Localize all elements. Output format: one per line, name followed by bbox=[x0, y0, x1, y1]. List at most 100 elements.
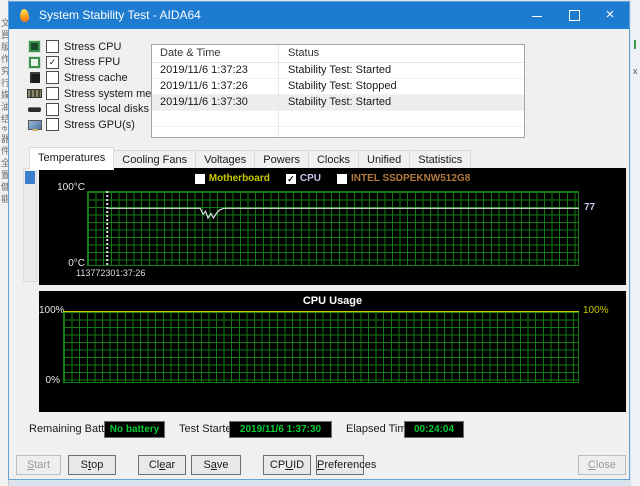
button-mnemonic: U bbox=[285, 459, 293, 471]
cpu-axis-max-right-label: 100% bbox=[583, 305, 609, 316]
gpu-icon bbox=[27, 118, 42, 131]
log-cell-datetime: 2019/11/6 1:37:23 bbox=[152, 63, 278, 78]
stress-option-label: Stress cache bbox=[64, 72, 128, 84]
log-row[interactable] bbox=[152, 127, 524, 138]
log-cell-status: Stability Test: Started bbox=[278, 95, 524, 110]
stop-button[interactable]: Stop bbox=[68, 455, 116, 475]
cpu-usage-line-chart bbox=[63, 311, 579, 383]
tab-powers[interactable]: Powers bbox=[254, 150, 309, 170]
legend-label: CPU bbox=[300, 173, 321, 184]
stress-checkbox[interactable] bbox=[46, 71, 59, 84]
cpuid-button[interactable]: CPUID bbox=[263, 455, 311, 475]
log-cell-status: Stability Test: Started bbox=[278, 63, 524, 78]
button-mnemonic: C bbox=[588, 459, 596, 471]
legend-checkbox[interactable]: ✓ bbox=[286, 174, 296, 184]
legend-checkbox[interactable] bbox=[195, 174, 205, 184]
temp-axis-max-label: 100°C bbox=[45, 182, 85, 193]
button-text: ar bbox=[165, 459, 175, 471]
minimize-icon bbox=[532, 16, 542, 17]
title-bar[interactable]: System Stability Test - AIDA64 × bbox=[9, 2, 629, 29]
log-row[interactable]: 2019/11/6 1:37:23Stability Test: Started bbox=[152, 63, 524, 79]
cpu-usage-graph-panel: CPU Usage 100% 100% 0% bbox=[39, 291, 626, 412]
button-text: CP bbox=[270, 459, 285, 471]
legend-checkbox[interactable] bbox=[337, 174, 347, 184]
cpu-axis-min-label: 0% bbox=[39, 375, 60, 386]
button-text: S bbox=[81, 459, 88, 471]
legend-label: INTEL SSDPEKNW512G8 bbox=[351, 173, 470, 184]
log-cell-datetime bbox=[152, 127, 278, 138]
stability-test-window: System Stability Test - AIDA64 × Stress … bbox=[8, 1, 630, 480]
cpu-usage-title: CPU Usage bbox=[39, 295, 626, 307]
button-text: ID bbox=[293, 459, 304, 471]
column-header-status[interactable]: Status bbox=[278, 45, 524, 62]
tab-cooling-fans[interactable]: Cooling Fans bbox=[113, 150, 196, 170]
log-row[interactable]: 2019/11/6 1:37:26Stability Test: Stopped bbox=[152, 79, 524, 95]
start-button: Start bbox=[16, 455, 61, 475]
background-window-right-sliver: x bbox=[631, 0, 640, 486]
background-green-mark bbox=[634, 40, 636, 49]
stress-checkbox[interactable] bbox=[46, 103, 59, 116]
fpu-icon bbox=[27, 56, 42, 69]
cpu-icon bbox=[27, 40, 42, 53]
stress-checkbox[interactable] bbox=[46, 40, 59, 53]
temperature-line-chart bbox=[87, 191, 579, 266]
log-cell-status bbox=[278, 111, 524, 126]
stress-checkbox[interactable]: ✓ bbox=[46, 56, 59, 69]
remaining-battery-value: No battery bbox=[104, 421, 165, 438]
button-text: S bbox=[203, 459, 210, 471]
legend-item: ✓ CPU bbox=[286, 173, 321, 184]
legend-item: Motherboard bbox=[195, 173, 270, 184]
status-bar: Remaining Battery: No battery Test Start… bbox=[9, 421, 631, 441]
column-header-datetime[interactable]: Date & Time bbox=[152, 45, 278, 62]
desktop: 文買版作究行媒油结e器件全置健能 System Stability Test -… bbox=[0, 0, 640, 486]
temp-time-axis-labels: 113772301:37:26 bbox=[76, 268, 145, 278]
stress-checkbox[interactable] bbox=[46, 118, 59, 131]
scrollbar-thumb[interactable] bbox=[25, 171, 35, 184]
tab-statistics[interactable]: Statistics bbox=[409, 150, 471, 170]
memory-icon bbox=[27, 87, 42, 100]
tab-strip: TemperaturesCooling FansVoltagesPowersCl… bbox=[29, 147, 621, 169]
button-text: op bbox=[91, 459, 103, 471]
log-row[interactable]: 2019/11/6 1:37:30Stability Test: Started bbox=[152, 95, 524, 111]
stress-option-label: Stress CPU bbox=[64, 41, 121, 53]
test-started-value: 2019/11/6 1:37:30 bbox=[229, 421, 332, 438]
close-button: Close bbox=[578, 455, 626, 475]
stress-option-label: Stress GPU(s) bbox=[64, 119, 135, 131]
stress-option-label: Stress local disks bbox=[64, 103, 149, 115]
button-text: Cl bbox=[149, 459, 159, 471]
minimize-button[interactable] bbox=[519, 2, 555, 29]
button-text: tart bbox=[34, 459, 50, 471]
stress-option-label: Stress FPU bbox=[64, 56, 120, 68]
button-text: lose bbox=[596, 459, 616, 471]
cache-icon bbox=[27, 71, 42, 84]
tab-voltages[interactable]: Voltages bbox=[195, 150, 255, 170]
save-button[interactable]: Save bbox=[191, 455, 241, 475]
legend-item: INTEL SSDPEKNW512G8 bbox=[337, 173, 470, 184]
clear-button[interactable]: Clear bbox=[138, 455, 186, 475]
column-divider bbox=[278, 45, 279, 137]
maximize-button[interactable] bbox=[556, 2, 592, 29]
log-cell-status bbox=[278, 127, 524, 138]
event-log-header[interactable]: Date & Time Status bbox=[152, 45, 524, 63]
tab-unified[interactable]: Unified bbox=[358, 150, 410, 170]
tab-temperatures[interactable]: Temperatures bbox=[29, 147, 114, 170]
event-log-body: 2019/11/6 1:37:23Stability Test: Started… bbox=[152, 63, 524, 138]
log-cell-datetime bbox=[152, 111, 278, 126]
log-cell-status: Stability Test: Stopped bbox=[278, 79, 524, 94]
stress-checkbox[interactable] bbox=[46, 87, 59, 100]
legend-label: Motherboard bbox=[209, 173, 270, 184]
graphs-scrollbar[interactable] bbox=[23, 168, 37, 282]
window-title: System Stability Test - AIDA64 bbox=[39, 2, 201, 29]
temperature-graph-panel: Motherboard ✓ CPU INTEL SSDPEKNW512G8 100°C… bbox=[39, 168, 626, 285]
disk-icon bbox=[27, 103, 42, 116]
log-cell-datetime: 2019/11/6 1:37:30 bbox=[152, 95, 278, 110]
preferences-button[interactable]: Preferences bbox=[316, 455, 364, 475]
action-button-row: StartStopClearSaveCPUIDPreferencesClose bbox=[9, 455, 631, 477]
app-flame-icon bbox=[19, 9, 29, 23]
close-window-button[interactable]: × bbox=[592, 2, 628, 29]
button-text: references bbox=[324, 459, 376, 471]
log-cell-datetime: 2019/11/6 1:37:26 bbox=[152, 79, 278, 94]
event-log-table[interactable]: Date & Time Status 2019/11/6 1:37:23Stab… bbox=[151, 44, 525, 138]
tab-clocks[interactable]: Clocks bbox=[308, 150, 359, 170]
log-row[interactable] bbox=[152, 111, 524, 127]
